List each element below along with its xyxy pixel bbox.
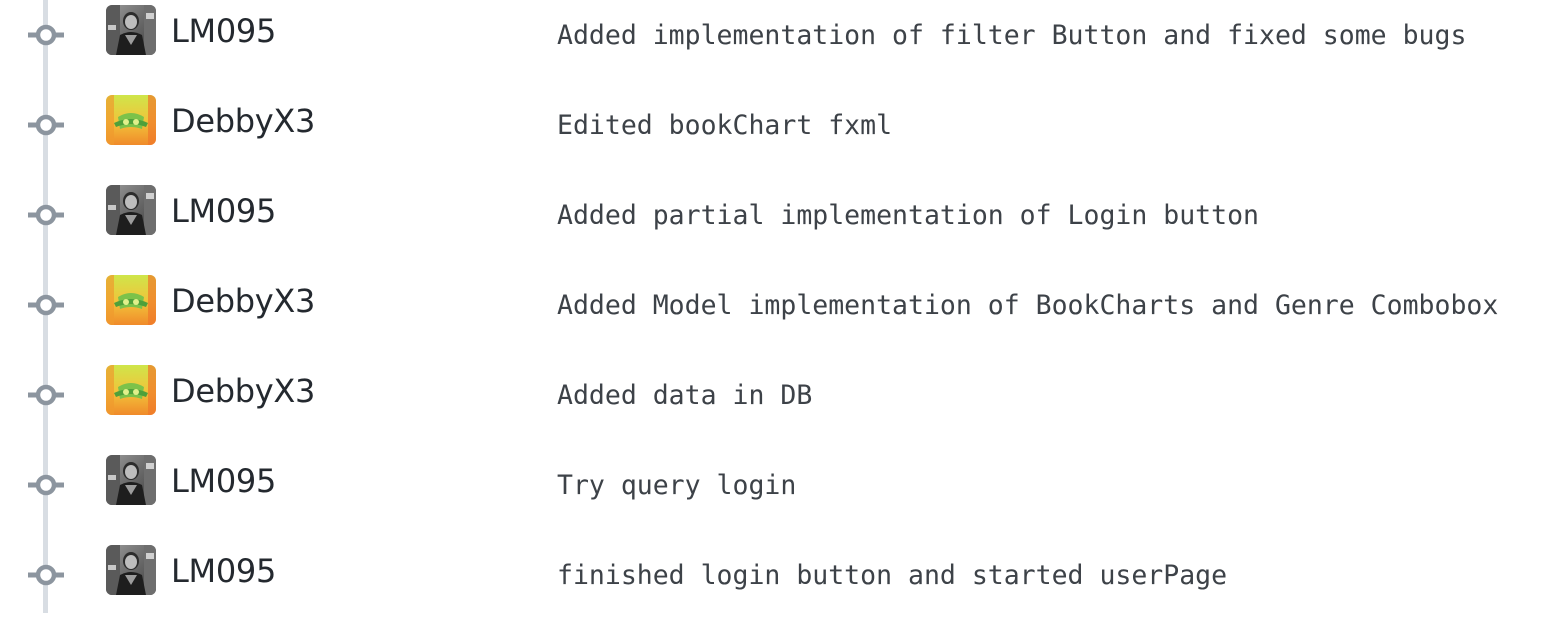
commit-author-link[interactable]: DebbyX3 [171, 279, 315, 323]
avatar[interactable] [106, 95, 156, 145]
avatar[interactable] [106, 545, 156, 595]
commit-dot-icon [25, 293, 67, 317]
commit-row: LM095 finished login button and started u… [0, 541, 1544, 631]
commit-timeline: LM095 Added implementation of filter Butt… [0, 0, 1544, 613]
commit-dot-icon [25, 203, 67, 227]
commit-row: LM095 Try query login [0, 451, 1544, 541]
commit-row: LM095 Added implementation of filter Butt… [0, 1, 1544, 91]
commit-message-link[interactable]: finished login button and started userPa… [557, 557, 1227, 595]
avatar[interactable] [106, 365, 156, 415]
avatar[interactable] [106, 5, 156, 55]
commit-author-link[interactable]: LM095 [171, 549, 276, 593]
commit-message-link[interactable]: Added data in DB [557, 377, 812, 415]
commit-row: DebbyX3 Edited bookChart fxml [0, 91, 1544, 181]
commit-author-link[interactable]: DebbyX3 [171, 369, 315, 413]
avatar[interactable] [106, 455, 156, 505]
commit-row: LM095 Added partial implementation of Log… [0, 181, 1544, 271]
commit-dot-icon [25, 23, 67, 47]
commit-message-link[interactable]: Try query login [557, 467, 796, 505]
commit-dot-icon [25, 563, 67, 587]
commit-message-link[interactable]: Edited bookChart fxml [557, 107, 892, 145]
avatar[interactable] [106, 185, 156, 235]
commit-message-link[interactable]: Added Model implementation of BookCharts… [557, 287, 1498, 325]
commit-author-link[interactable]: DebbyX3 [171, 99, 315, 143]
commit-row: DebbyX3 Added data in DB [0, 361, 1544, 451]
commit-message-link[interactable]: Added implementation of filter Button an… [557, 17, 1466, 55]
commit-author-link[interactable]: LM095 [171, 459, 276, 503]
commit-dot-icon [25, 383, 67, 407]
commit-author-link[interactable]: LM095 [171, 189, 276, 233]
commit-message-link[interactable]: Added partial implementation of Login bu… [557, 197, 1259, 235]
commit-dot-icon [25, 113, 67, 137]
commit-dot-icon [25, 473, 67, 497]
avatar[interactable] [106, 275, 156, 325]
commit-row: DebbyX3 Added Model implementation of Boo… [0, 271, 1544, 361]
commit-author-link[interactable]: LM095 [171, 9, 276, 53]
